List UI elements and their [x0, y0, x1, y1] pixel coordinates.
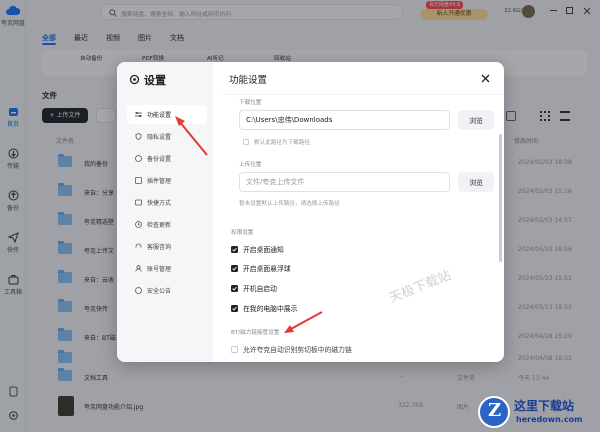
arrow-to-function-settings	[175, 116, 208, 156]
annotation-arrows	[175, 116, 323, 333]
logo-badge-icon: Z	[478, 396, 510, 428]
site-logo: Z 这里下载站 heredown.com	[474, 394, 598, 430]
arrow-to-bt-settings	[284, 311, 323, 333]
site-logo-url: heredown.com	[516, 415, 583, 424]
site-logo-name: 这里下载站	[514, 399, 575, 413]
